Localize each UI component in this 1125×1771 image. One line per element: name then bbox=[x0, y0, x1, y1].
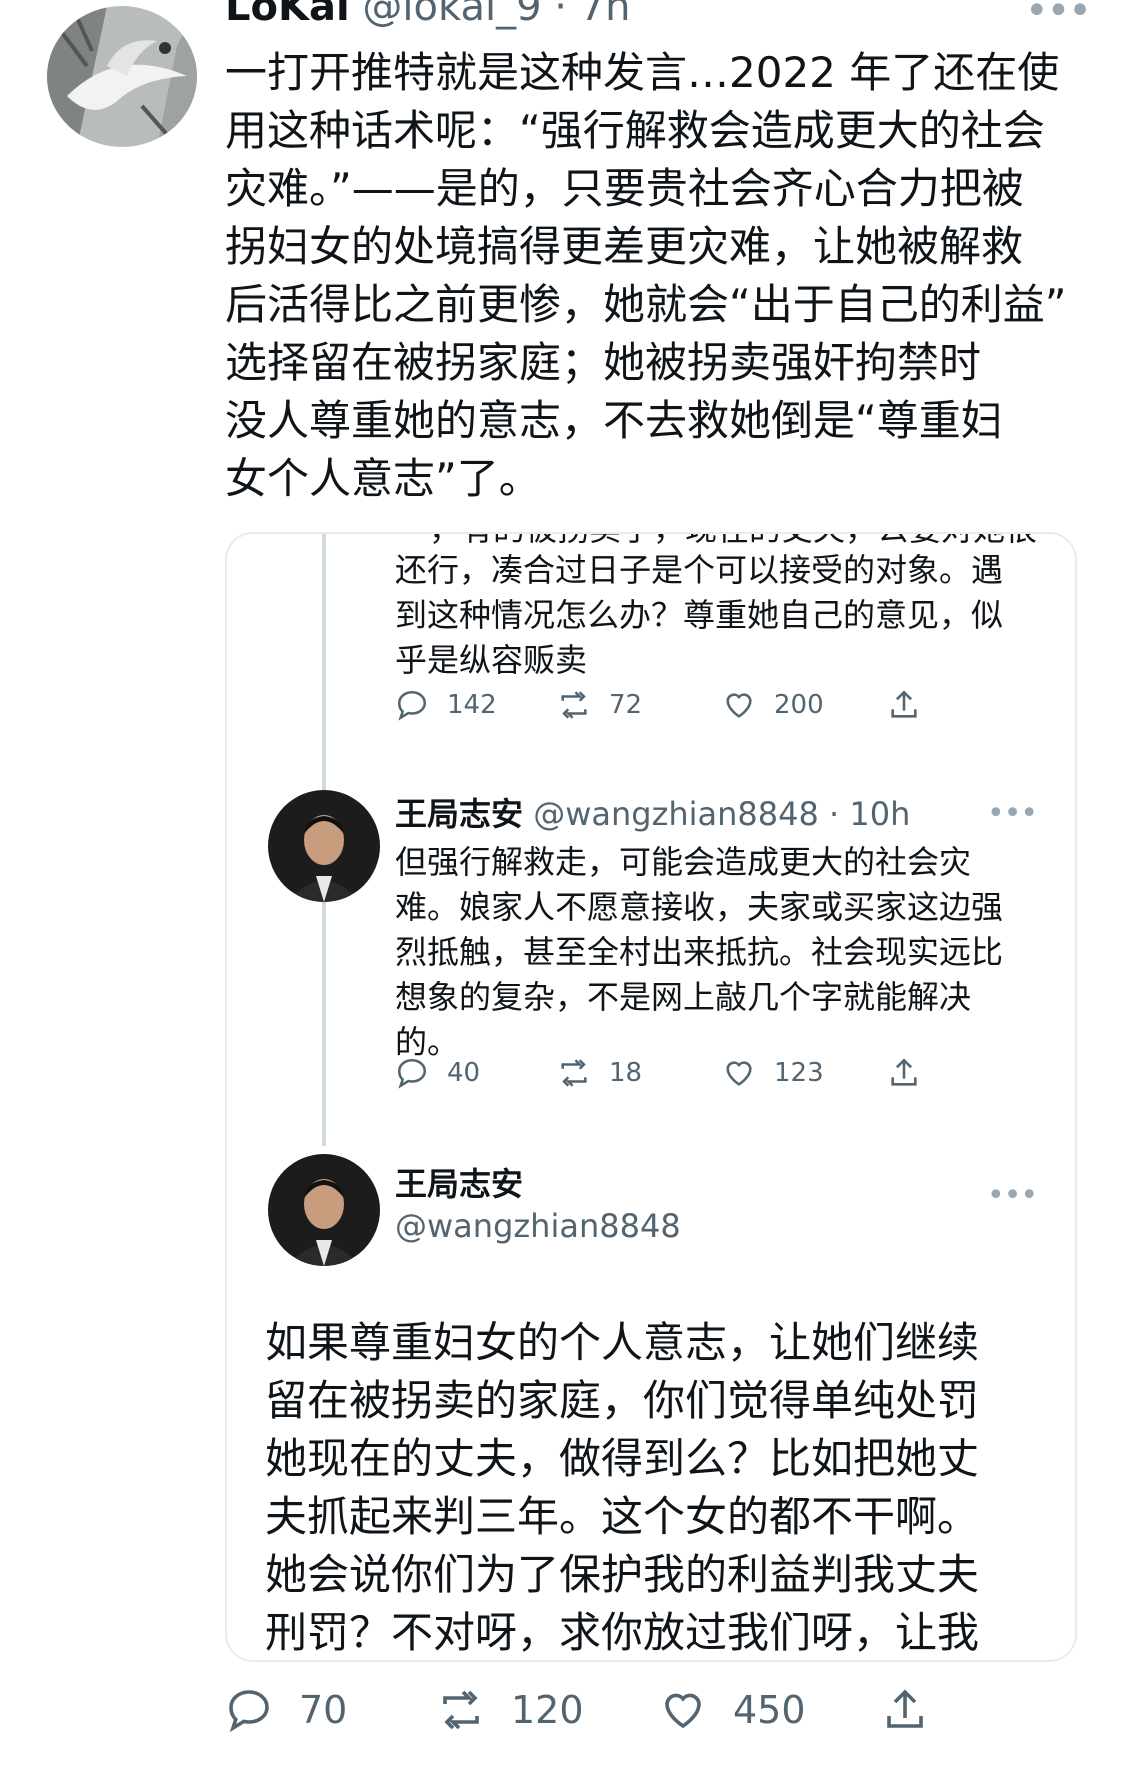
heart-icon bbox=[726, 1061, 752, 1086]
like-button[interactable]: 123 bbox=[722, 1056, 887, 1090]
reply-author-handle[interactable]: @wangzhian8848 bbox=[533, 795, 819, 833]
first-reply-text: 还行，凑合过日子是个可以接受的对象。遇 到这种情况怎么办？尊重她自己的意见，似 … bbox=[395, 548, 1003, 683]
retweet-count: 18 bbox=[609, 1058, 643, 1088]
main-reply-name: 王局志安 bbox=[395, 1164, 523, 1204]
share-button[interactable] bbox=[881, 1686, 929, 1734]
reply-text-line: 烈抵触，甚至全村出来抵抗。社会现实远比 bbox=[395, 933, 1004, 971]
author-avatar[interactable] bbox=[47, 6, 197, 147]
share-button[interactable] bbox=[887, 688, 921, 722]
main-reply-handle-row: @wangzhian8848 bbox=[395, 1206, 681, 1246]
more-options-icon[interactable]: ••• bbox=[987, 796, 1038, 831]
main-reply-text-line: 夫抓起来判三年。这个女的都不干啊。 bbox=[265, 1492, 980, 1541]
tweet-text-line: 一打开推特就是这种发言…2022 年了还在使 bbox=[225, 48, 1060, 97]
reply-count: 142 bbox=[447, 690, 497, 720]
heart-icon bbox=[726, 693, 752, 718]
like-count: 450 bbox=[733, 1688, 806, 1732]
tweet-text-line: 没人尊重她的意志，不去救她倒是“尊重妇 bbox=[225, 396, 1003, 445]
main-reply-text-line: 她会说你们为了保护我的利益判我丈夫 bbox=[265, 1550, 980, 1599]
retweet-button[interactable]: 72 bbox=[557, 688, 722, 722]
retweet-button[interactable]: 18 bbox=[557, 1056, 722, 1090]
meta-separator: · bbox=[829, 795, 840, 833]
share-icon bbox=[891, 690, 917, 718]
more-options-icon[interactable]: ••• bbox=[987, 1178, 1038, 1213]
reply-count: 70 bbox=[299, 1688, 348, 1732]
main-reply-text-line: 她现在的丈夫，做得到么？比如把她丈 bbox=[265, 1434, 980, 1483]
tweet-text-line: 拐妇女的处境搞得更差更灾难，让她被解救 bbox=[225, 222, 1024, 271]
like-count: 200 bbox=[774, 690, 824, 720]
reply-header: 王局志安 @wangzhian8848 · 10h bbox=[395, 794, 910, 834]
attached-screenshot[interactable]: 一，有的被拐卖了，现在的丈夫，公婆对她很 还行，凑合过日子是个可以接受的对象。遇… bbox=[225, 532, 1077, 1662]
reply-text-line: 但强行解救走，可能会造成更大的社会灾 bbox=[395, 843, 972, 881]
second-reply-text: 但强行解救走，可能会造成更大的社会灾 难。娘家人不愿意接收，夫家或买家这边强 烈… bbox=[395, 840, 1003, 1065]
tweet-text-line: 女个人意志”了。 bbox=[225, 454, 541, 503]
share-icon bbox=[887, 1689, 923, 1728]
reply-author-name[interactable]: 王局志安 bbox=[395, 795, 523, 833]
retweet-count: 120 bbox=[511, 1688, 584, 1732]
reply-text-line: 难。娘家人不愿意接收，夫家或买家这边强 bbox=[395, 888, 1004, 926]
tweet-text-line: 后活得比之前更惨，她就会“出于自己的利益” bbox=[225, 280, 1067, 329]
main-reply-text-line: 刑罚？不对呀，求你放过我们呀，让我 bbox=[265, 1608, 980, 1657]
reply-icon bbox=[397, 1058, 427, 1089]
retweet-icon bbox=[561, 1059, 587, 1087]
reply-icon bbox=[229, 1690, 269, 1733]
retweet-count: 72 bbox=[609, 690, 643, 720]
like-count: 123 bbox=[774, 1058, 824, 1088]
tweet-body: 一打开推特就是这种发言…2022 年了还在使 用这种话术呢：“强行解救会造成更大… bbox=[225, 44, 1105, 508]
main-reply-avatar[interactable] bbox=[268, 1154, 380, 1266]
meta-separator: · bbox=[554, 0, 567, 30]
like-button[interactable]: 200 bbox=[722, 688, 887, 722]
retweet-icon bbox=[561, 691, 587, 719]
reply-button[interactable]: 142 bbox=[395, 688, 557, 722]
reply-icon bbox=[397, 690, 427, 721]
author-name[interactable]: LoKai bbox=[225, 0, 350, 30]
tweet-header: LoKai @lokai_9 · 7h bbox=[225, 0, 630, 32]
like-button[interactable]: 450 bbox=[659, 1686, 881, 1734]
tweet-text-line: 用这种话术呢：“强行解救会造成更大的社会 bbox=[225, 106, 1045, 155]
retweet-button[interactable]: 120 bbox=[437, 1686, 659, 1734]
reply-text-line: 还行，凑合过日子是个可以接受的对象。遇 bbox=[395, 551, 1004, 589]
share-icon bbox=[891, 1058, 917, 1086]
tweet-text-line: 选择留在被拐家庭；她被拐卖强奸拘禁时 bbox=[225, 338, 982, 387]
reply-text-line: 乎是纵容贩卖 bbox=[395, 641, 588, 679]
author-handle[interactable]: @lokai_9 bbox=[362, 0, 541, 30]
tweet-actions: 70 120 450 bbox=[225, 1686, 1095, 1734]
main-reply-text-line: 留在被拐卖的家庭，你们觉得单纯处罚 bbox=[265, 1376, 980, 1425]
first-reply-actions: 142 72 200 bbox=[395, 688, 1055, 722]
reply-avatar[interactable] bbox=[268, 790, 380, 902]
reply-text-line: 想象的复杂，不是网上敲几个字就能解决 bbox=[395, 978, 972, 1016]
reply-button[interactable]: 40 bbox=[395, 1056, 557, 1090]
reply-time[interactable]: 10h bbox=[849, 795, 910, 833]
tweet-time[interactable]: 7h bbox=[580, 0, 631, 30]
heart-icon bbox=[665, 1693, 701, 1729]
second-reply-actions: 40 18 123 bbox=[395, 1056, 1055, 1090]
reply-count: 40 bbox=[447, 1058, 481, 1088]
reply-button[interactable]: 70 bbox=[225, 1686, 437, 1734]
main-reply-text-line: 如果尊重妇女的个人意志，让她们继续 bbox=[265, 1318, 980, 1367]
tweet-text-line: 灾难。”——是的，只要贵社会齐心合力把被 bbox=[225, 164, 1024, 213]
main-reply-author-name[interactable]: 王局志安 bbox=[395, 1165, 523, 1203]
share-button[interactable] bbox=[887, 1056, 921, 1090]
more-options-icon[interactable]: ••• bbox=[1025, 0, 1092, 34]
main-reply-text: 如果尊重妇女的个人意志，让她们继续 留在被拐卖的家庭，你们觉得单纯处罚 她现在的… bbox=[265, 1314, 980, 1660]
retweet-icon bbox=[443, 1690, 479, 1730]
reply-text-line: 到这种情况怎么办？尊重她自己的意见，似 bbox=[395, 596, 1004, 634]
main-reply-author-handle[interactable]: @wangzhian8848 bbox=[395, 1207, 681, 1245]
